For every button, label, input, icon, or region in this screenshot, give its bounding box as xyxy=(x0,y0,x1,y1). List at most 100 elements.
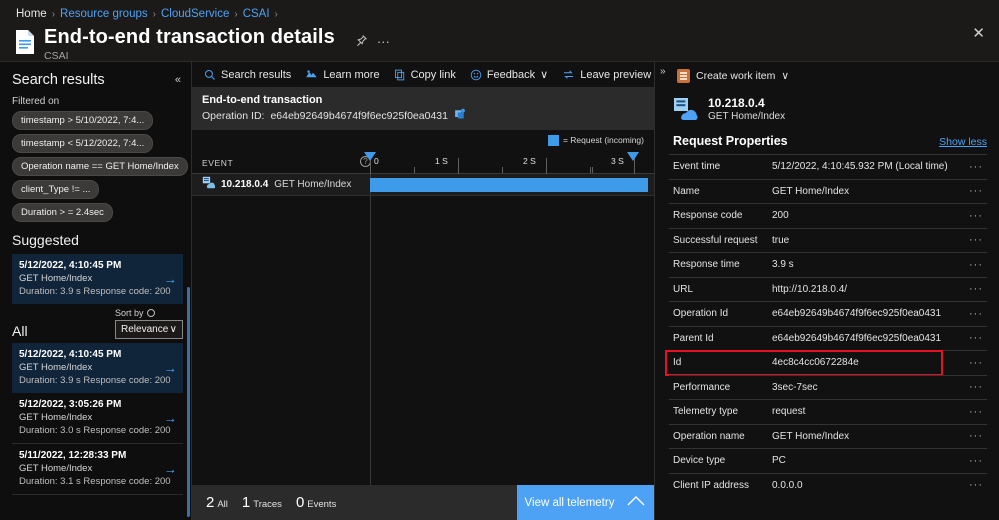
property-key: Response code xyxy=(673,210,743,222)
search-results-sidebar: Search results « Filtered on timestamp >… xyxy=(0,62,192,520)
row-menu-icon[interactable]: ··· xyxy=(965,479,987,491)
row-menu-icon[interactable]: ··· xyxy=(965,185,987,197)
view-all-telemetry-label: View all telemetry xyxy=(524,496,615,509)
result-arrow-icon[interactable]: → xyxy=(164,361,177,376)
close-icon[interactable]: ✕ xyxy=(972,26,985,41)
breadcrumb-separator: › xyxy=(51,8,56,20)
result-arrow-icon[interactable]: → xyxy=(164,272,177,287)
property-row-client-ip-address[interactable]: Client IP address 0.0.0.0 ··· xyxy=(669,472,987,498)
filter-chip-client-type[interactable]: client_Type != ... xyxy=(12,180,100,199)
property-value: 5/12/2022, 4:10:45.932 PM (Local time) xyxy=(772,161,948,173)
row-menu-icon[interactable]: ··· xyxy=(965,357,987,369)
property-row-name[interactable]: Name GET Home/Index ··· xyxy=(669,178,987,204)
page-subtitle: CSAI xyxy=(44,50,69,62)
copy-icon[interactable] xyxy=(454,108,466,123)
count-all-label: All xyxy=(217,499,228,510)
result-meta: Duration: 3.9 s Response code: 200 xyxy=(19,375,171,386)
timeline-range-end-handle[interactable] xyxy=(627,152,639,161)
breadcrumb-separator: › xyxy=(152,8,156,20)
row-menu-icon[interactable]: ··· xyxy=(965,430,987,442)
pin-icon[interactable] xyxy=(355,34,368,49)
property-row-telemetry-type[interactable]: Telemetry type request ··· xyxy=(669,399,987,424)
title-block: End-to-end transaction details CSAI xyxy=(44,26,335,62)
search-results-button[interactable]: Search results xyxy=(204,69,291,81)
row-menu-icon[interactable]: ··· xyxy=(965,308,987,320)
operation-id-label: Operation ID: xyxy=(202,109,265,122)
sort-by-label: Sort by xyxy=(115,308,183,318)
property-row-device-type[interactable]: Device type PC ··· xyxy=(669,448,987,473)
result-arrow-icon[interactable]: → xyxy=(164,411,177,426)
result-meta: Duration: 3.9 s Response code: 200 xyxy=(19,286,171,297)
copy-link-button[interactable]: Copy link xyxy=(394,69,456,81)
property-value: 3sec-7sec xyxy=(772,381,818,393)
breadcrumb-item-home[interactable]: Home xyxy=(16,8,47,20)
filter-chip-timestamp-from[interactable]: timestamp > 5/10/2022, 7:4... xyxy=(12,111,154,130)
property-row-successful-request[interactable]: Successful request true ··· xyxy=(669,227,987,253)
property-row-response-code[interactable]: Response code 200 ··· xyxy=(669,203,987,228)
transaction-pane: Search results Learn more Copy link Feed… xyxy=(192,62,655,520)
row-menu-icon[interactable]: ··· xyxy=(965,210,987,222)
timeline-range-start-handle[interactable] xyxy=(364,152,376,161)
property-row-operation-name[interactable]: Operation name GET Home/Index ··· xyxy=(669,423,987,449)
learn-more-button[interactable]: Learn more xyxy=(305,69,380,81)
collapse-sidebar-icon[interactable]: « xyxy=(175,74,181,86)
result-arrow-icon[interactable]: → xyxy=(164,462,177,477)
list-item[interactable]: 5/12/2022, 3:05:26 PM GET Home/Index Dur… xyxy=(12,393,183,444)
filter-chip-timestamp-to[interactable]: timestamp < 5/12/2022, 7:4... xyxy=(12,134,154,153)
list-item[interactable]: 5/11/2022, 12:28:33 PM GET Home/Index Du… xyxy=(12,444,183,495)
row-menu-icon[interactable]: ··· xyxy=(965,381,987,393)
breadcrumb-item-resource-groups[interactable]: Resource groups xyxy=(60,8,148,20)
property-row-parent-id[interactable]: Parent Id e64eb92649b4674f9f6ec925f0ea04… xyxy=(669,325,987,351)
property-row-performance[interactable]: Performance 3sec-7sec ··· xyxy=(669,374,987,400)
expand-pane-icon[interactable]: » xyxy=(660,66,666,77)
row-menu-icon[interactable]: ··· xyxy=(965,234,987,246)
properties-title: Request Properties xyxy=(673,134,788,148)
row-menu-icon[interactable]: ··· xyxy=(965,259,987,271)
chevron-down-icon: ∨ xyxy=(540,69,549,81)
create-work-item-button[interactable]: Create work item ∨ xyxy=(655,62,999,90)
property-value: true xyxy=(772,234,790,246)
row-menu-icon[interactable]: ··· xyxy=(965,406,987,418)
sidebar-scrollbar[interactable] xyxy=(187,287,190,517)
property-row-url[interactable]: URL http://10.218.0.4/ ··· xyxy=(669,276,987,302)
view-all-telemetry-button[interactable]: View all telemetry xyxy=(517,485,654,520)
property-key: Performance xyxy=(673,381,731,393)
suggested-result-item[interactable]: 5/12/2022, 4:10:45 PM GET Home/Index Dur… xyxy=(12,254,183,304)
ellipsis-icon[interactable]: ··· xyxy=(377,35,390,48)
properties-header: Request Properties Show less xyxy=(655,126,999,154)
row-menu-icon[interactable]: ··· xyxy=(965,161,987,173)
legend-label-request: = Request (incoming) xyxy=(562,135,644,145)
property-row-response-time[interactable]: Response time 3.9 s ··· xyxy=(669,252,987,277)
page-title: End-to-end transaction details xyxy=(44,26,335,48)
feedback-label: Feedback xyxy=(486,68,536,81)
row-menu-icon[interactable]: ··· xyxy=(965,455,987,467)
title-row: End-to-end transaction details CSAI ··· xyxy=(0,20,999,62)
property-row-id[interactable]: Id 4ec8c4cc0672284e ··· xyxy=(665,350,987,375)
event-column-header: EVENT xyxy=(202,158,234,168)
breadcrumb-item-csai[interactable]: CSAI xyxy=(243,8,270,20)
property-row-operation-id[interactable]: Operation Id e64eb92649b4674f9f6ec925f0e… xyxy=(669,301,987,326)
sort-select[interactable]: Relevance ∨ xyxy=(115,320,183,339)
info-icon[interactable] xyxy=(146,309,155,317)
gantt-bar-request[interactable] xyxy=(370,178,648,192)
feedback-button[interactable]: Feedback ∨ xyxy=(470,68,548,81)
property-key: Telemetry type xyxy=(673,406,739,418)
row-menu-icon[interactable]: ··· xyxy=(965,332,987,344)
count-all-number: 2 xyxy=(206,494,215,511)
list-item[interactable]: 5/12/2022, 4:10:45 PM GET Home/Index Dur… xyxy=(12,343,183,393)
document-icon xyxy=(14,29,36,55)
leave-preview-button[interactable]: Leave preview xyxy=(562,69,651,81)
breadcrumb-item-cloudservice[interactable]: CloudService xyxy=(161,8,229,20)
filter-chip-operation-name[interactable]: Operation name == GET Home/Index xyxy=(12,157,188,176)
show-less-link[interactable]: Show less xyxy=(939,136,987,148)
filtered-on-label: Filtered on xyxy=(12,96,60,107)
breadcrumb-separator: › xyxy=(274,8,278,20)
leave-preview-label: Leave preview xyxy=(580,68,652,81)
sort-select-value: Relevance xyxy=(121,324,169,335)
property-value: 4ec8c4cc0672284e xyxy=(772,357,859,369)
table-row[interactable]: 10.218.0.4 GET Home/Index xyxy=(192,174,654,196)
property-row-event-time[interactable]: Event time 5/12/2022, 4:10:45.932 PM (Lo… xyxy=(669,154,987,179)
count-events-label: Events xyxy=(307,499,337,510)
filter-chip-duration[interactable]: Duration > = 2.4sec xyxy=(12,203,113,222)
row-menu-icon[interactable]: ··· xyxy=(965,283,987,295)
